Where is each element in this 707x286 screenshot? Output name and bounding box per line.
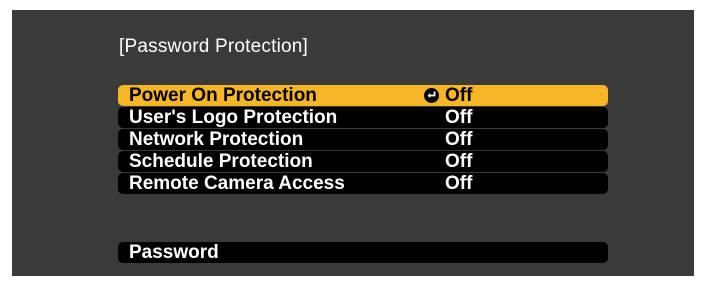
menu-item-power-on-protection[interactable]: Power On Protection Off [118,85,608,106]
projector-menu-screen: [Password Protection] Power On Protectio… [12,10,694,276]
menu-item-label: Power On Protection [129,85,317,106]
menu-item-label: User's Logo Protection [129,107,338,128]
menu-item-value: Off [445,85,473,106]
menu-item-password[interactable]: Password [118,242,608,263]
menu-item-remote-camera-access[interactable]: Remote Camera Access Off [118,173,608,194]
menu-item-schedule-protection[interactable]: Schedule Protection Off [118,151,608,172]
menu-item-network-protection[interactable]: Network Protection Off [118,129,608,150]
menu-item-label: Schedule Protection [129,151,313,172]
menu-item-value: Off [445,107,473,128]
menu-item-value: Off [445,151,473,172]
menu-item-users-logo-protection[interactable]: User's Logo Protection Off [118,107,608,128]
enter-icon [424,88,439,103]
menu-title: [Password Protection] [119,36,309,57]
menu-item-value: Off [445,129,473,150]
menu-item-label: Remote Camera Access [129,173,345,194]
menu-item-label: Password [129,242,219,263]
password-protection-menu: Power On Protection Off User's Logo Prot… [118,85,608,195]
menu-item-value: Off [445,173,473,194]
menu-item-label: Network Protection [129,129,304,150]
